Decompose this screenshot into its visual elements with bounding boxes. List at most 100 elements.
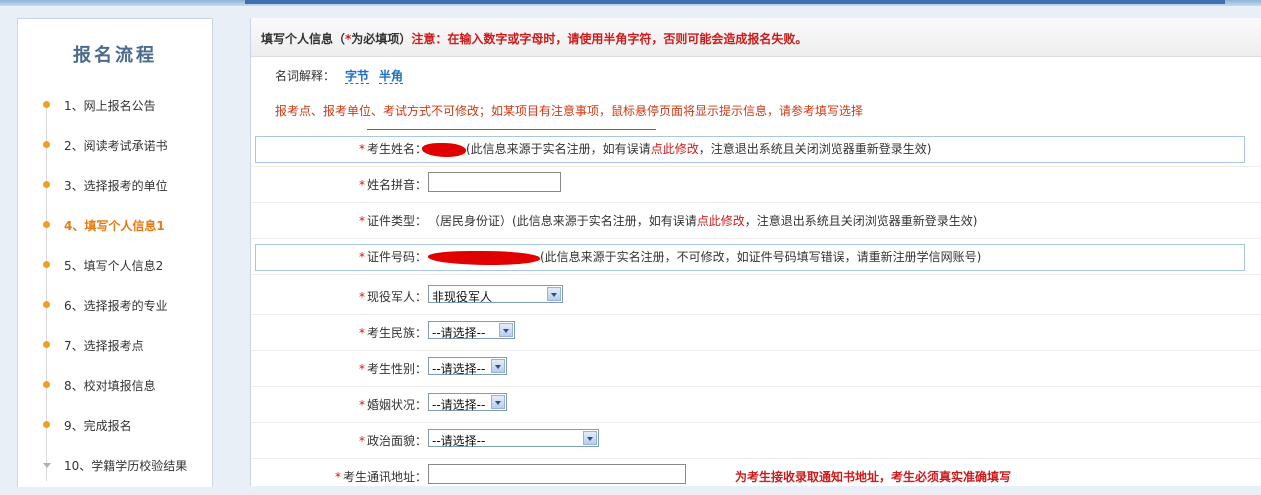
- notice-text: 报考点、报考单位、考试方式不可修改；如某项目有注意事项，鼠标悬停页面将显示提示信…: [275, 104, 864, 118]
- sidebar-step-6[interactable]: 6、选择报考的专业: [18, 295, 212, 315]
- id-type-label: * 证件类型：: [359, 212, 427, 229]
- row-pinyin: * 姓名拼音：: [251, 166, 1261, 203]
- glossary-link-byte[interactable]: 字节: [345, 69, 370, 84]
- id-number-value: (此信息来源于实名注册，不可修改，如证件号码填写错误，请重新注册学信网账号): [428, 248, 981, 265]
- row-gender: * 考生性别： --请选择--: [251, 350, 1261, 387]
- step-label: 4、填写个人信息1: [64, 219, 165, 233]
- step-dot-icon: [43, 421, 50, 428]
- name-label: * 考生姓名：: [359, 140, 427, 157]
- required-star: *: [358, 178, 365, 192]
- military-label-text: 现役军人：: [366, 290, 427, 304]
- main-panel: 填写个人信息（ * 为必填项）注意：在输入数字或字母时，请使用半角字符，否则可能会造…: [250, 18, 1261, 495]
- sidebar-step-9[interactable]: 9、完成报名: [18, 415, 212, 435]
- chevron-down-icon[interactable]: [583, 431, 597, 445]
- required-star: *: [358, 434, 365, 448]
- row-political: * 政治面貌： --请选择--: [251, 422, 1261, 459]
- required-star: *: [358, 290, 365, 304]
- sidebar-step-1[interactable]: 1、网上报名公告: [18, 95, 212, 115]
- pinyin-input[interactable]: [428, 172, 561, 192]
- name-note-post: ，注意退出系统且关闭浏览器重新登录生效): [698, 142, 932, 156]
- redaction-mark: [428, 250, 540, 265]
- form-header: 填写个人信息（*为必填项）注意：在输入数字或字母时，请使用半角字符，否则可能会造…: [251, 18, 1261, 57]
- step-dot-icon: [43, 141, 50, 148]
- step-label: 9、完成报名: [64, 419, 132, 433]
- address-input[interactable]: [428, 464, 686, 484]
- row-name: * 考生姓名： (此信息来源于实名注册，如有误请点此修改，注意退出系统且关闭浏览器…: [251, 130, 1261, 167]
- row-address: * 考生通讯地址： 为考生接收录取通知书地址，考生必须真实准确填写: [251, 458, 1261, 495]
- row-id-type: * 证件类型： （居民身份证）(此信息来源于实名注册，如有误请点此修改，注意退出系…: [251, 202, 1261, 239]
- sidebar: 报名流程 1、网上报名公告 2、阅读考试承诺书 3、选择报考的单位 4、填写个人…: [17, 18, 213, 487]
- military-label: * 现役军人：: [359, 288, 427, 305]
- step-label: 1、网上报名公告: [64, 99, 156, 113]
- ethnicity-label: * 考生民族：: [359, 324, 427, 341]
- step-dot-icon: [43, 301, 50, 308]
- pinyin-label: * 姓名拼音：: [359, 176, 427, 193]
- pinyin-label-text: 姓名拼音：: [366, 178, 427, 192]
- step-label: 2、阅读考试承诺书: [64, 139, 168, 153]
- required-star: *: [358, 398, 365, 412]
- required-star: *: [358, 362, 365, 376]
- political-select[interactable]: --请选择--: [428, 429, 599, 448]
- header-warning: 注意：在输入数字或字母时，请使用半角字符，否则可能会造成报名失败。: [411, 32, 808, 46]
- header-middle: 为必填项）: [351, 32, 412, 46]
- sidebar-step-2[interactable]: 2、阅读考试承诺书: [18, 135, 212, 155]
- step-dot-icon: [43, 221, 50, 228]
- sidebar-step-4-active[interactable]: 4、填写个人信息1: [18, 215, 212, 235]
- required-star: *: [334, 470, 341, 484]
- step-dot-icon: [43, 101, 50, 108]
- step-dot-icon: [43, 341, 50, 348]
- step-arrow-icon: [43, 463, 51, 468]
- id-type-edit-link[interactable]: 点此修改: [697, 214, 745, 228]
- step-dot-icon: [43, 381, 50, 388]
- chevron-down-icon[interactable]: [491, 359, 505, 373]
- name-value: (此信息来源于实名注册，如有误请点此修改，注意退出系统且关闭浏览器重新登录生效): [422, 140, 932, 157]
- glossary-link-halfwidth[interactable]: 半角: [379, 69, 404, 84]
- chevron-down-icon[interactable]: [547, 287, 561, 301]
- sidebar-step-7[interactable]: 7、选择报考点: [18, 335, 212, 355]
- required-star: *: [358, 142, 365, 156]
- step-dot-icon: [43, 261, 50, 268]
- id-type-value: （居民身份证）(此信息来源于实名注册，如有误请点此修改，注意退出系统且关闭浏览器…: [428, 212, 977, 229]
- form-header-text: 填写个人信息（*为必填项）注意：在输入数字或字母时，请使用半角字符，否则可能会造…: [261, 30, 807, 47]
- gender-select[interactable]: --请选择--: [428, 357, 507, 376]
- step-label: 3、选择报考的单位: [64, 179, 168, 193]
- military-select[interactable]: 非现役军人: [428, 285, 563, 304]
- name-label-text: 考生姓名：: [366, 142, 427, 156]
- sidebar-step-5[interactable]: 5、填写个人信息2: [18, 255, 212, 275]
- marital-label-text: 婚姻状况：: [366, 398, 427, 412]
- address-label-text: 考生通讯地址：: [342, 470, 427, 484]
- top-band-dark: [245, 0, 1225, 4]
- id-type-note-pre: (此信息来源于实名注册，如有误请: [512, 214, 697, 228]
- id-number-note: (此信息来源于实名注册，不可修改，如证件号码填写错误，请重新注册学信网账号): [540, 250, 982, 264]
- address-hint: 为考生接收录取通知书地址，考生必须真实准确填写: [735, 470, 1012, 484]
- header-prefix: 填写个人信息（: [261, 32, 346, 46]
- row-marital: * 婚姻状况： --请选择--: [251, 386, 1261, 423]
- row-ethnicity: * 考生民族： --请选择--: [251, 314, 1261, 351]
- sidebar-step-3[interactable]: 3、选择报考的单位: [18, 175, 212, 195]
- ethnicity-select[interactable]: --请选择--: [428, 321, 515, 340]
- political-label: * 政治面貌：: [359, 432, 427, 449]
- step-label: 5、填写个人信息2: [64, 259, 164, 273]
- chevron-down-icon[interactable]: [499, 323, 513, 337]
- marital-select[interactable]: --请选择--: [428, 393, 507, 412]
- ethnicity-selected: --请选择--: [432, 326, 486, 340]
- id-type-text: （居民身份证）: [428, 214, 513, 228]
- marital-selected: --请选择--: [432, 398, 486, 412]
- id-type-note-post: ，注意退出系统且关闭浏览器重新登录生效): [744, 214, 978, 228]
- marital-label: * 婚姻状况：: [359, 396, 427, 413]
- required-star: *: [358, 250, 365, 264]
- gender-selected: --请选择--: [432, 362, 486, 376]
- step-dot-icon: [43, 181, 50, 188]
- chevron-down-icon[interactable]: [491, 395, 505, 409]
- step-label: 10、学籍学历校验结果: [64, 459, 188, 473]
- sidebar-step-10[interactable]: 10、学籍学历校验结果: [18, 455, 212, 475]
- name-edit-link[interactable]: 点此修改: [651, 142, 699, 156]
- redaction-mark: [422, 142, 466, 157]
- sidebar-step-8[interactable]: 8、校对填报信息: [18, 375, 212, 395]
- step-label: 6、选择报考的专业: [64, 299, 168, 313]
- id-number-label-text: 证件号码：: [366, 250, 427, 264]
- gender-label-text: 考生性别：: [366, 362, 427, 376]
- glossary: 名词解释： 字节 半角: [275, 67, 404, 84]
- step-label: 7、选择报考点: [64, 339, 144, 353]
- required-star: *: [358, 326, 365, 340]
